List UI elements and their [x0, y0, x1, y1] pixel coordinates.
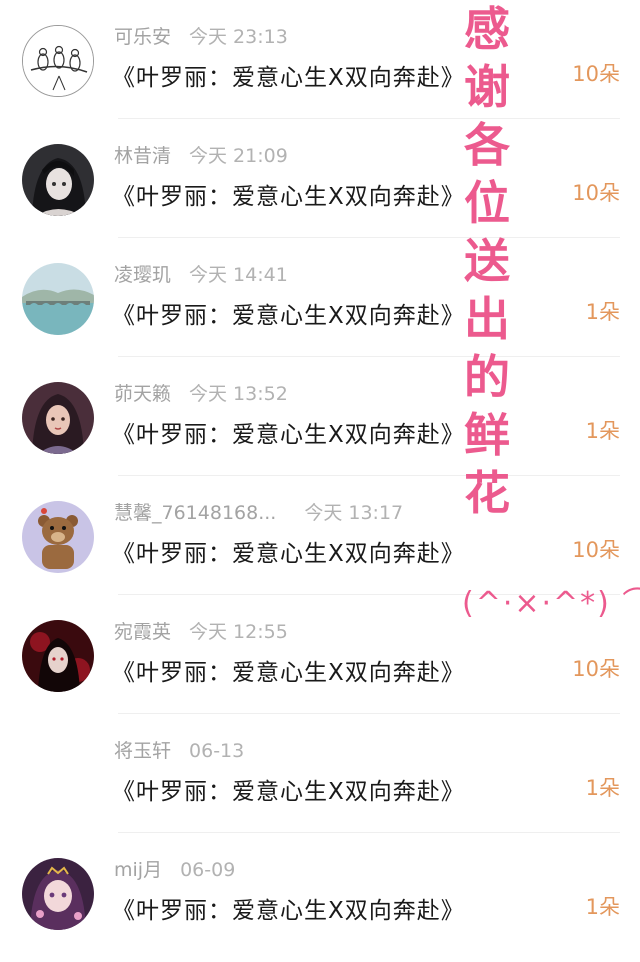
timestamp: 今天 23:13: [189, 26, 288, 48]
overlay-char: 感: [464, 2, 510, 56]
book-title[interactable]: 《叶罗丽：爱意心生X双向奔赴》: [112, 772, 465, 806]
sender-line: 凌璎玑 今天 14:41: [114, 260, 288, 286]
sender-line: 慧馨_76148168... 今天 13:17: [114, 498, 403, 524]
bird-sketch-avatar[interactable]: [22, 25, 94, 97]
timestamp: 今天 13:52: [189, 383, 288, 405]
timestamp: 06-13: [189, 740, 245, 762]
painted-girl-avatar[interactable]: [22, 382, 94, 454]
book-title[interactable]: 《叶罗丽：爱意心生X双向奔赴》: [112, 534, 465, 568]
sender-line: 将玉轩 06-13: [114, 736, 244, 762]
sender-name[interactable]: 宛霞英: [114, 621, 171, 643]
sender-name[interactable]: mij月: [114, 859, 162, 881]
book-title[interactable]: 《叶罗丽：爱意心生X双向奔赴》: [112, 296, 465, 330]
sender-line: 宛霞英 今天 12:55: [114, 617, 288, 643]
bear-cartoon-avatar[interactable]: [22, 501, 94, 573]
flower-count: 10朵: [572, 181, 620, 205]
overlay-char: 花: [464, 466, 510, 520]
sender-name[interactable]: 可乐安: [114, 26, 171, 48]
overlay-char: 谢: [464, 60, 510, 114]
book-title[interactable]: 《叶罗丽：爱意心生X双向奔赴》: [112, 177, 465, 211]
sender-name[interactable]: 茆天籁: [114, 383, 171, 405]
sender-line: 茆天籁 今天 13:52: [114, 379, 288, 405]
bridge-landscape-avatar[interactable]: [22, 263, 94, 335]
flower-count: 10朵: [572, 657, 620, 681]
list-item[interactable]: 茆天籁 今天 13:52 《叶罗丽：爱意心生X双向奔赴》 1朵: [0, 357, 640, 476]
timestamp: 今天 13:17: [304, 502, 404, 524]
overlay-char: 各: [464, 118, 510, 172]
list-item[interactable]: 林昔清 今天 21:09 《叶罗丽：爱意心生X双向奔赴》 10朵: [0, 119, 640, 238]
book-title[interactable]: 《叶罗丽：爱意心生X双向奔赴》: [112, 891, 465, 925]
flower-count: 1朵: [585, 419, 620, 443]
timestamp: 今天 21:09: [189, 145, 288, 167]
overlay-char: 出: [464, 292, 510, 346]
list-item[interactable]: 可乐安 今天 23:13 《叶罗丽：爱意心生X双向奔赴》 10朵: [0, 0, 640, 119]
overlay-char: 鲜: [464, 408, 510, 462]
overlay-char: 送: [464, 234, 510, 288]
flower-count: 1朵: [585, 895, 620, 919]
thanks-overlay: 感 谢 各 位 送 出 的 鲜 花: [452, 0, 522, 522]
timestamp: 06-09: [180, 859, 236, 881]
sender-line: mij月 06-09: [114, 855, 235, 881]
kaomoji-text: (^·×·^*) ⌒: [462, 586, 640, 621]
flower-count: 1朵: [585, 300, 620, 324]
overlay-char: 位: [464, 176, 510, 230]
dark-red-anime-avatar[interactable]: [22, 620, 94, 692]
list-item[interactable]: mij月 06-09 《叶罗丽：爱意心生X双向奔赴》 1朵: [0, 833, 640, 952]
anime-girl-avatar[interactable]: [22, 144, 94, 216]
sender-name[interactable]: 林昔清: [114, 145, 171, 167]
flower-count: 1朵: [585, 776, 620, 800]
sender-name[interactable]: 凌璎玑: [114, 264, 171, 286]
sender-line: 林昔清 今天 21:09: [114, 141, 288, 167]
purple-anime-avatar[interactable]: [22, 858, 94, 930]
list-item[interactable]: 将玉轩 06-13 《叶罗丽：爱意心生X双向奔赴》 1朵: [0, 714, 640, 833]
sender-line: 可乐安 今天 23:13: [114, 22, 288, 48]
flower-count: 10朵: [572, 62, 620, 86]
timestamp: 今天 12:55: [189, 621, 288, 643]
list-item[interactable]: 凌璎玑 今天 14:41 《叶罗丽：爱意心生X双向奔赴》 1朵: [0, 238, 640, 357]
flower-count: 10朵: [572, 538, 620, 562]
book-title[interactable]: 《叶罗丽：爱意心生X双向奔赴》: [112, 415, 465, 449]
book-title[interactable]: 《叶罗丽：爱意心生X双向奔赴》: [112, 58, 465, 92]
sender-name[interactable]: 将玉轩: [114, 740, 171, 762]
timestamp: 今天 14:41: [189, 264, 288, 286]
book-title[interactable]: 《叶罗丽：爱意心生X双向奔赴》: [112, 653, 465, 687]
overlay-char: 的: [464, 350, 510, 404]
sender-name[interactable]: 慧馨_76148168...: [114, 502, 276, 524]
